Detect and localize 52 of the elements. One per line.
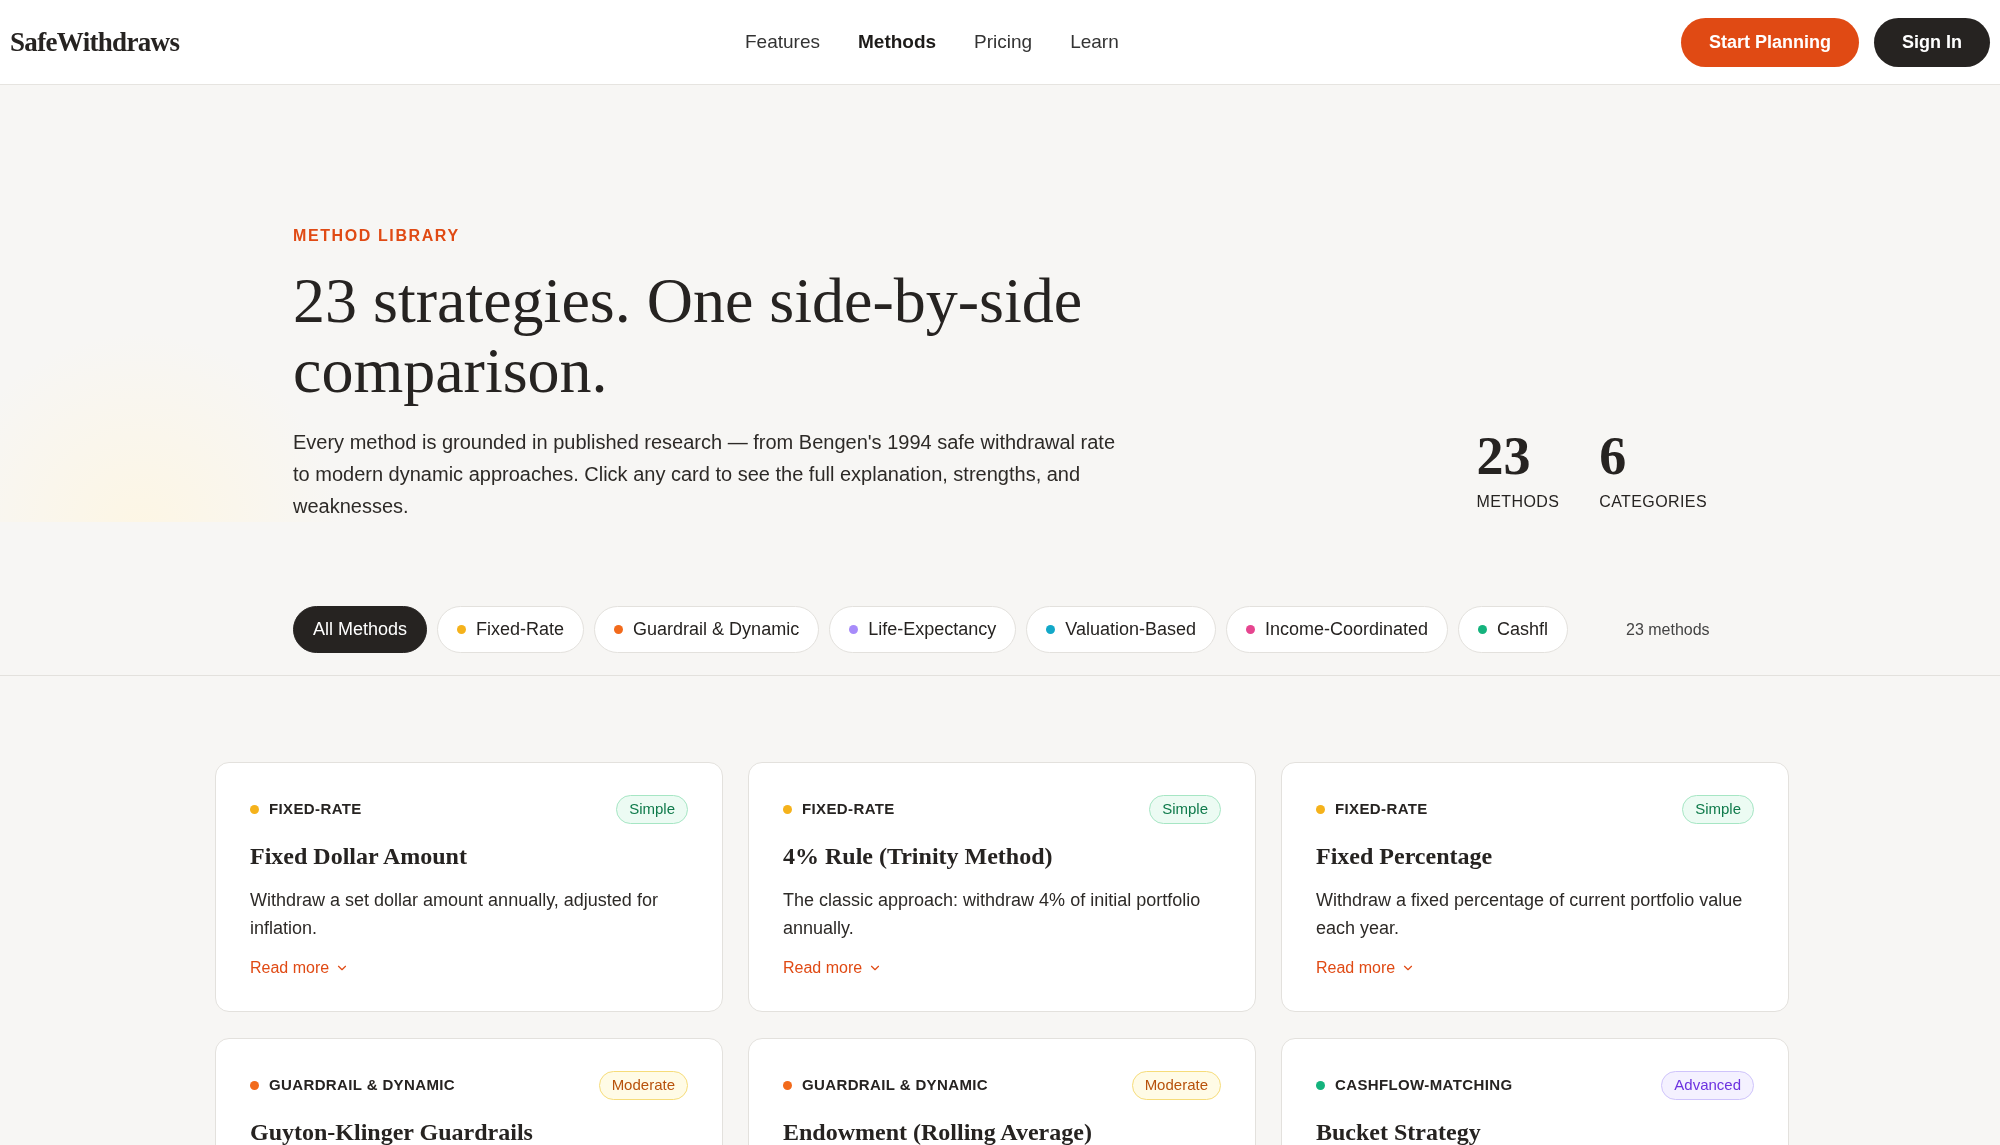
- card-description: The classic approach: withdraw 4% of initial portfolio annually.: [783, 888, 1202, 940]
- filter-chip[interactable]: Valuation-Based: [1026, 606, 1216, 653]
- category-label: FIXED-RATE: [1335, 799, 1428, 819]
- method-card[interactable]: GUARDRAIL & DYNAMIC Moderate Endowment (Rolling Average): [748, 1038, 1256, 1145]
- filter-chip[interactable]: Income-Coordinated: [1226, 606, 1449, 653]
- sign-in-button[interactable]: Sign In: [1874, 17, 1990, 67]
- eyebrow-label: METHOD LIBRARY: [293, 226, 461, 246]
- card-title: Fixed Dollar Amount: [250, 841, 468, 871]
- difficulty-badge: Simple: [616, 795, 688, 824]
- filter-chip[interactable]: All Methods: [293, 606, 428, 653]
- read-more-link[interactable]: Read more: [783, 955, 883, 980]
- filter-chip[interactable]: Cashfl: [1458, 606, 1569, 653]
- logo[interactable]: SafeWithdraws: [10, 21, 180, 63]
- card-description: Withdraw a set dollar amount annually, adjusted for inflation.: [250, 888, 659, 940]
- filter-chip[interactable]: Life-Expectancy: [829, 606, 1017, 653]
- category-label: GUARDRAIL & DYNAMIC: [269, 1075, 455, 1095]
- page-heading: 23 strategies. One side-by-side comparison.: [293, 266, 1084, 406]
- difficulty-badge: Moderate: [598, 1071, 688, 1100]
- category-label: CASHFLOW-MATCHING: [1335, 1075, 1513, 1095]
- filter-chip[interactable]: Guardrail & Dynamic: [594, 606, 820, 653]
- nav-link[interactable]: Pricing: [974, 27, 1033, 57]
- card-title: 4% Rule (Trinity Method): [783, 841, 1054, 871]
- card-title: Fixed Percentage: [1316, 841, 1494, 871]
- read-more-link[interactable]: Read more: [1316, 955, 1416, 980]
- method-card[interactable]: FIXED-RATE Simple Fixed Dollar Amount Withdraw a set dollar amount annually, adjusted for inflation. Read more: [215, 762, 723, 1012]
- stat-label: METHODS: [1476, 492, 1560, 512]
- start-planning-button[interactable]: Start Planning: [1681, 17, 1859, 67]
- method-card[interactable]: FIXED-RATE Simple Fixed Percentage Withdraw a fixed percentage of current portfolio value each year. Read more: [1281, 762, 1789, 1012]
- category-label: FIXED-RATE: [269, 799, 362, 819]
- read-more-link[interactable]: Read more: [250, 955, 350, 980]
- difficulty-badge: Advanced: [1661, 1071, 1754, 1100]
- stat-label: CATEGORIES: [1599, 492, 1707, 512]
- nav-link[interactable]: Learn: [1070, 27, 1119, 57]
- category-label: FIXED-RATE: [802, 799, 895, 819]
- card-description: Withdraw a fixed percentage of current portfolio value each year.: [1316, 888, 1744, 940]
- method-card[interactable]: FIXED-RATE Simple 4% Rule (Trinity Method) The classic approach: withdraw 4% of initial portfolio annually. Read more: [748, 762, 1256, 1012]
- method-card[interactable]: GUARDRAIL & DYNAMIC Moderate Guyton-Klinger Guardrails: [215, 1038, 723, 1145]
- hero-description: Every method is grounded in published research — from Bengen's 1994 safe withdrawal rate to modern dynamic approaches. Click any card to see the full explanation, strengths, and weaknesses.: [293, 430, 1117, 519]
- stat-value: 6: [1599, 428, 1628, 484]
- card-title: Endowment (Rolling Average): [783, 1117, 1093, 1145]
- nav-link[interactable]: Features: [745, 27, 820, 57]
- card-title: Guyton-Klinger Guardrails: [250, 1117, 534, 1145]
- stat-value: 23: [1476, 428, 1532, 484]
- method-count: 23 methods: [1626, 619, 1710, 640]
- nav-link[interactable]: Methods: [858, 27, 937, 57]
- card-title: Bucket Strategy: [1316, 1117, 1482, 1145]
- filter-chip[interactable]: Fixed-Rate: [437, 606, 585, 653]
- difficulty-badge: Simple: [1149, 795, 1221, 824]
- category-label: GUARDRAIL & DYNAMIC: [802, 1075, 988, 1095]
- difficulty-badge: Simple: [1682, 795, 1754, 824]
- difficulty-badge: Moderate: [1131, 1071, 1221, 1100]
- method-card[interactable]: CASHFLOW-MATCHING Advanced Bucket Strategy: [1281, 1038, 1789, 1145]
